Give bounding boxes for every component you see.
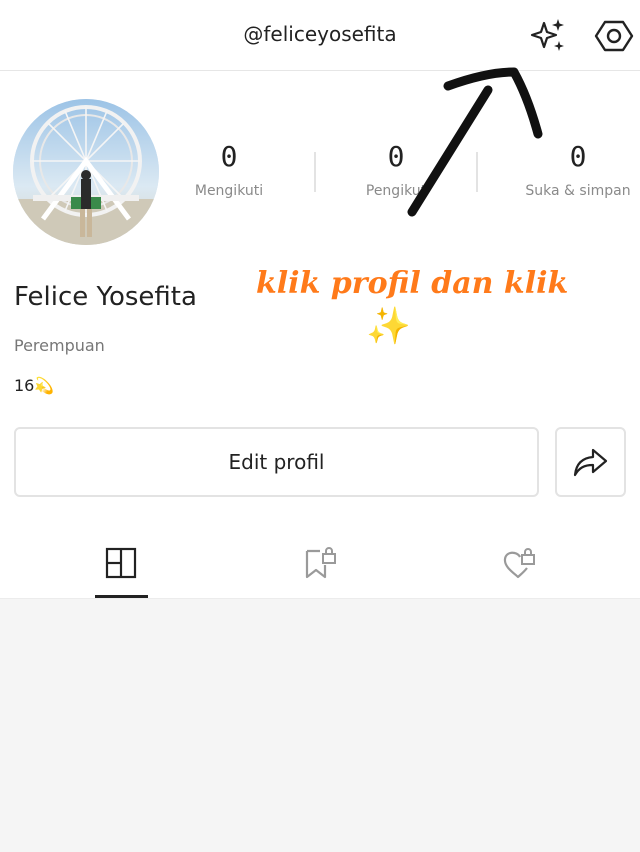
posts-feed-area bbox=[0, 599, 640, 852]
profile-name: Felice Yosefita bbox=[14, 282, 197, 312]
stat-value: 0 bbox=[220, 140, 238, 173]
sparkle-icon[interactable] bbox=[526, 14, 570, 58]
edit-profile-button[interactable]: Edit profil bbox=[14, 427, 539, 497]
avatar[interactable] bbox=[13, 99, 159, 245]
settings-hexagon-icon[interactable] bbox=[592, 14, 636, 58]
tab-saved[interactable] bbox=[290, 540, 350, 586]
profile-bio: 16💫 bbox=[14, 376, 55, 395]
hand-drawn-arrow bbox=[407, 67, 543, 217]
stat-following[interactable]: 0 Mengikuti bbox=[159, 140, 299, 199]
annotation-text: klik profil dan klik bbox=[256, 266, 569, 301]
share-arrow-icon bbox=[573, 448, 607, 477]
stat-label: Mengikuti bbox=[194, 183, 264, 199]
tab-posts[interactable] bbox=[91, 540, 151, 586]
share-button[interactable] bbox=[555, 427, 626, 497]
stat-divider bbox=[314, 152, 316, 192]
heart-lock-icon bbox=[503, 548, 535, 579]
grid-icon bbox=[105, 547, 137, 579]
bookmark-lock-icon bbox=[305, 547, 336, 579]
annotation-sparkles: ✨ bbox=[366, 306, 411, 347]
profile-gender: Perempuan bbox=[14, 336, 105, 355]
tab-likes[interactable] bbox=[488, 540, 548, 586]
